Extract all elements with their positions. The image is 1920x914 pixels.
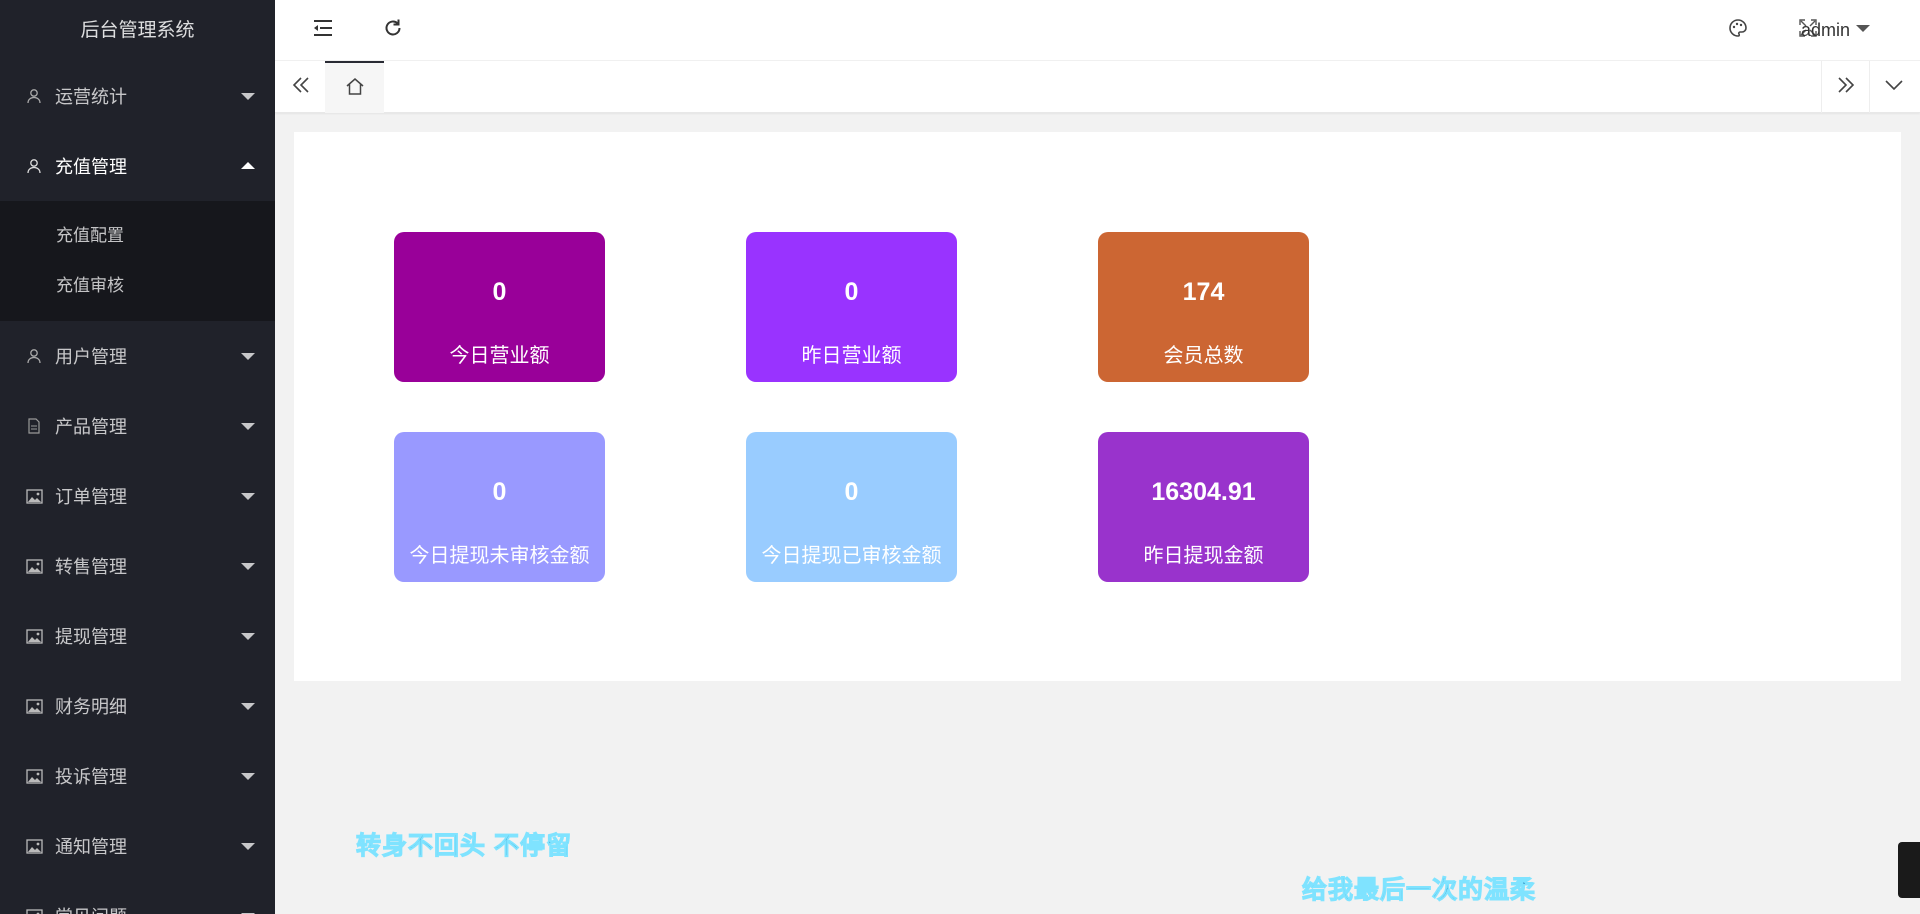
stat-value: 0 (492, 278, 507, 306)
sidebar-item-label: 充值管理 (55, 157, 127, 177)
sidebar-item-complaints[interactable]: 投诉管理 (0, 741, 275, 811)
double-chevron-right-icon (1836, 76, 1856, 99)
picture-icon (25, 487, 43, 505)
sidebar-item-users[interactable]: 用户管理 (0, 321, 275, 391)
sidebar-item-notifications[interactable]: 通知管理 (0, 811, 275, 881)
sidebar-item-label: 用户管理 (55, 347, 127, 367)
stat-value: 174 (1182, 278, 1225, 306)
tabs-menu-button[interactable] (1870, 61, 1918, 113)
home-icon (345, 77, 365, 100)
user-menu[interactable]: admin (1801, 0, 1870, 61)
app-root: 后台管理系统 运营统计 充值管理 充值配置 充值审核 用户管理 产品管理 订单管… (0, 0, 1920, 914)
username: admin (1800, 20, 1850, 40)
sidebar-item-label: 订单管理 (55, 487, 127, 507)
stat-label: 会员总数 (1163, 345, 1244, 367)
stat-yesterday-withdraw-amount: 16304.91 昨日提现金额 (1098, 432, 1309, 582)
caret-down-icon (241, 93, 255, 100)
stat-today-revenue: 0 今日营业额 (394, 232, 605, 382)
picture-icon (25, 557, 43, 575)
sidebar-item-resale[interactable]: 转售管理 (0, 531, 275, 601)
menu-collapse-button[interactable] (295, 0, 351, 61)
stat-label: 今日提现未审核金额 (409, 545, 590, 567)
sidebar: 后台管理系统 运营统计 充值管理 充值配置 充值审核 用户管理 产品管理 订单管… (0, 0, 275, 914)
caret-down-icon (1856, 24, 1870, 32)
tabs-scroll-left-button[interactable] (277, 61, 325, 113)
chevron-down-icon (1885, 78, 1903, 96)
stat-value: 0 (492, 478, 507, 506)
subtitle-caption: 给我最后一次的温柔 (1301, 876, 1537, 905)
picture-icon (25, 697, 43, 715)
caret-down-icon (241, 773, 255, 780)
double-chevron-left-icon (291, 76, 311, 99)
sidebar-item-withdrawals[interactable]: 提现管理 (0, 601, 275, 671)
caret-down-icon (241, 353, 255, 360)
caret-down-icon (241, 633, 255, 640)
sidebar-item-products[interactable]: 产品管理 (0, 391, 275, 461)
sidebar-item-faq[interactable]: 常见问题 (0, 881, 275, 914)
sidebar-item-finance[interactable]: 财务明细 (0, 671, 275, 741)
tabs-scroll-right-button[interactable] (1822, 61, 1870, 113)
sidebar-item-label: 转售管理 (55, 557, 127, 577)
document-icon (25, 417, 43, 435)
sidebar-item-label: 投诉管理 (55, 767, 127, 787)
stat-label: 昨日提现金额 (1143, 545, 1264, 567)
sidebar-item-recharge[interactable]: 充值管理 (0, 131, 275, 201)
theme-palette-icon (1728, 18, 1748, 43)
caret-down-icon (241, 563, 255, 570)
menu-collapse-icon (313, 19, 333, 42)
side-widget-handle[interactable] (1898, 842, 1920, 898)
stat-total-members: 174 会员总数 (1098, 232, 1309, 382)
stat-value: 0 (844, 278, 859, 306)
sidebar-item-label: 财务明细 (55, 697, 127, 717)
stat-value: 16304.91 (1151, 478, 1256, 506)
app-logo: 后台管理系统 (0, 0, 275, 61)
top-header: admin (275, 0, 1920, 61)
subtitle-caption: 转身不回头 不停留 (356, 832, 572, 861)
refresh-button[interactable] (365, 0, 421, 61)
sidebar-item-label: 运营统计 (55, 87, 127, 107)
picture-icon (25, 907, 43, 914)
user-icon (25, 157, 43, 175)
stat-label: 今日营业额 (449, 345, 550, 367)
user-icon (25, 347, 43, 365)
tab-home[interactable] (325, 61, 384, 113)
tabs-bar (275, 61, 1920, 113)
recharge-submenu: 充值配置 充值审核 (0, 201, 275, 321)
caret-down-icon (241, 423, 255, 430)
picture-icon (25, 767, 43, 785)
sidebar-subitem-recharge-review[interactable]: 充值审核 (0, 261, 275, 311)
dashboard-card: 0 今日营业额 0 昨日营业额 174 会员总数 0 今日提现未审核金额 0 今… (294, 132, 1901, 681)
user-icon (25, 87, 43, 105)
stat-value: 0 (844, 478, 859, 506)
stat-today-withdraw-reviewed: 0 今日提现已审核金额 (746, 432, 957, 582)
sidebar-subitem-recharge-config[interactable]: 充值配置 (0, 211, 275, 261)
sidebar-item-label: 产品管理 (55, 417, 127, 437)
caret-up-icon (241, 162, 255, 169)
sidebar-item-operations-stats[interactable]: 运营统计 (0, 61, 275, 131)
sidebar-item-label: 常见问题 (55, 903, 127, 914)
caret-down-icon (241, 843, 255, 850)
stat-label: 昨日营业额 (801, 345, 902, 367)
stat-yesterday-revenue: 0 昨日营业额 (746, 232, 957, 382)
picture-icon (25, 837, 43, 855)
theme-button[interactable] (1710, 0, 1766, 61)
picture-icon (25, 627, 43, 645)
refresh-icon (383, 18, 403, 43)
stat-today-withdraw-unreviewed: 0 今日提现未审核金额 (394, 432, 605, 582)
sidebar-item-label: 通知管理 (55, 837, 127, 857)
stat-label: 今日提现已审核金额 (761, 545, 942, 567)
caret-down-icon (241, 493, 255, 500)
sidebar-item-orders[interactable]: 订单管理 (0, 461, 275, 531)
sidebar-item-label: 提现管理 (55, 627, 127, 647)
caret-down-icon (241, 703, 255, 710)
